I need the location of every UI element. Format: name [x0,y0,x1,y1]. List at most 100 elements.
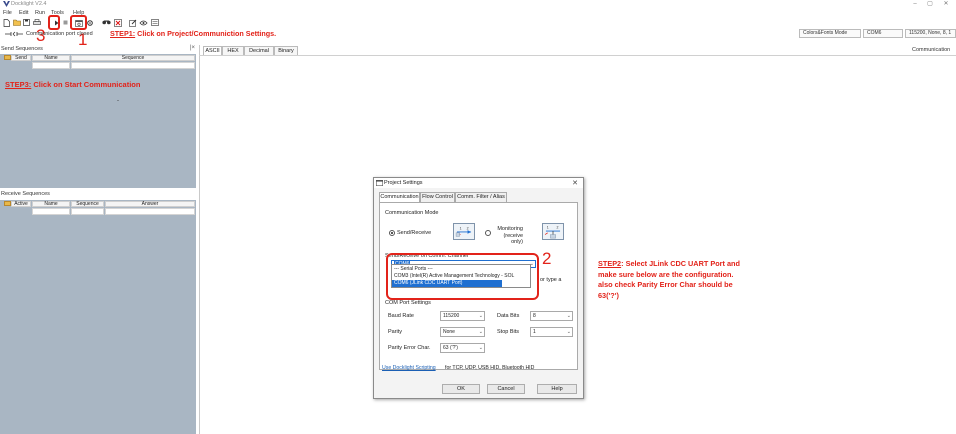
baud-rate-value: 115200 [443,313,460,319]
tab-hex[interactable]: HEX [222,46,244,55]
pane-close-button[interactable]: |× [190,45,195,51]
ok-button[interactable]: OK [442,384,480,394]
dialog-close-button[interactable]: ✕ [572,179,578,187]
baud-rate-select[interactable]: 115200 ⌄ [440,311,485,321]
receive-sequences-grid[interactable]: Active Name Sequence Answer [0,200,196,434]
connection-status: Communication port closed [26,31,93,37]
receive-answer-cell[interactable] [105,208,195,215]
menu-run[interactable]: Run [35,10,45,16]
stop-bits-select[interactable]: 1 ⌄ [530,327,573,337]
pane-divider[interactable] [199,45,200,434]
tab-ascii[interactable]: ASCII [203,46,222,55]
col-answer[interactable]: Answer [105,201,195,207]
step2-line2: make sure below are the configuration. [598,269,734,279]
parity-error-label: Parity Error Char. [388,345,431,351]
scripting-link[interactable]: Use Docklight Scripting [382,365,436,371]
parity-select[interactable]: None ⌄ [440,327,485,337]
colors-fonts-mode[interactable]: Colors&Fonts Mode [799,29,861,38]
tab-comm-filter[interactable]: Comm. Filter / Alias [455,192,507,202]
folder-icon[interactable] [4,201,11,206]
col-sequence[interactable]: Sequence [71,55,195,61]
step2-line1: : Select JLink CDC UART Port and [621,259,740,268]
cancel-button[interactable]: Cancel [487,384,525,394]
svg-text:1: 1 [460,226,462,230]
receive-sequences-title: Receive Sequences [1,191,50,197]
window-title: Docklight V2.4 [11,1,47,7]
tab-communication[interactable]: Communication [379,192,420,202]
step3-highlight [48,15,60,30]
port-settings-title: COM Port Settings [385,300,431,306]
step2-line4: 63('?') [598,290,619,300]
toolbar [0,17,956,28]
chevron-down-icon[interactable]: ⌄ [479,328,483,336]
parity-error-select[interactable]: 63 ('?') ⌄ [440,343,485,353]
list-icon[interactable] [150,18,159,27]
step1-annotation: STEP1: Click on Project/Communiction Set… [110,29,276,38]
parity-label: Parity [388,329,403,335]
chevron-down-icon[interactable]: ⌄ [567,312,571,320]
dialog-title-bar[interactable]: Project Settings ✕ [374,178,583,188]
receive-sequence-cell[interactable] [71,208,104,215]
send-sequences-grid[interactable]: Send Name Sequence - [0,54,196,188]
receive-name-cell[interactable] [32,208,70,215]
help-button[interactable]: Help [537,384,577,394]
dialog-title: Project Settings [384,180,423,186]
send-receive-radio[interactable] [389,230,395,236]
baud-indicator: 115200, None, 8, 1 [905,29,956,38]
col-send[interactable]: Send [11,55,31,61]
minimize-button[interactable]: – [907,0,923,9]
stop-bits-value: 1 [533,329,536,335]
col-active[interactable]: Active [11,201,31,207]
chevron-down-icon[interactable]: ⌄ [479,312,483,320]
chevron-down-icon[interactable]: ⌄ [567,328,571,336]
send-sequence-cell[interactable] [71,62,195,69]
data-bits-label: Data Bits [497,313,520,319]
stop-communication-icon[interactable] [61,18,70,27]
step1-text: Click on Project/Communiction Settings. [135,29,277,38]
connection-icon [5,31,23,37]
title-bar: Docklight V2.4 – ▢ ✕ [0,0,956,9]
col-sequence[interactable]: Sequence [71,201,104,207]
open-folder-icon[interactable] [12,18,21,27]
clear-icon[interactable] [113,18,122,27]
data-bits-select[interactable]: 8 ⌄ [530,311,573,321]
channel-hint: or type a [540,277,562,283]
find-icon[interactable] [102,18,111,27]
stop-bits-label: Stop Bits [497,329,520,335]
step3-text: Click on Start Communication [31,80,141,89]
send-name-cell[interactable] [32,62,70,69]
col-name[interactable]: Name [32,201,70,207]
col-name[interactable]: Name [32,55,70,61]
app-logo-icon [3,1,10,7]
tab-binary[interactable]: Binary [274,46,298,55]
folder-icon[interactable] [4,55,11,60]
parity-error-value: 63 ('?') [443,345,458,351]
data-bits-value: 8 [533,313,536,319]
svg-text:2: 2 [557,225,559,229]
send-receive-label: Send/Receive [397,230,432,236]
script-icon[interactable] [139,18,148,27]
edit-icon[interactable] [128,18,137,27]
monitoring-radio[interactable] [485,230,491,236]
save-icon[interactable] [22,18,31,27]
monitoring-diagram-icon: 1 2 [542,223,564,240]
svg-text:2: 2 [467,226,469,230]
port-indicator: COM6 [863,29,903,38]
close-button[interactable]: ✕ [938,0,954,9]
parity-value: None [443,329,455,335]
marker-2: 2 [542,249,552,268]
maximize-button[interactable]: ▢ [922,0,938,9]
new-file-icon[interactable] [2,18,11,27]
menu-edit[interactable]: Edit [19,10,28,16]
menu-bar: File Edit Run Tools Help [0,9,956,17]
chevron-down-icon[interactable]: ⌄ [479,344,483,352]
step2-highlight [386,253,539,300]
step1-highlight [70,15,87,30]
tab-flow-control[interactable]: Flow Control [420,192,455,202]
svg-text:1: 1 [547,225,549,229]
send-receive-diagram-icon: 1 2 [453,223,475,240]
step1-label: STEP1: [110,29,136,38]
tab-decimal[interactable]: Decimal [244,46,274,55]
menu-file[interactable]: File [3,10,12,16]
step2-line3: also check Parity Error Char should be [598,280,733,289]
